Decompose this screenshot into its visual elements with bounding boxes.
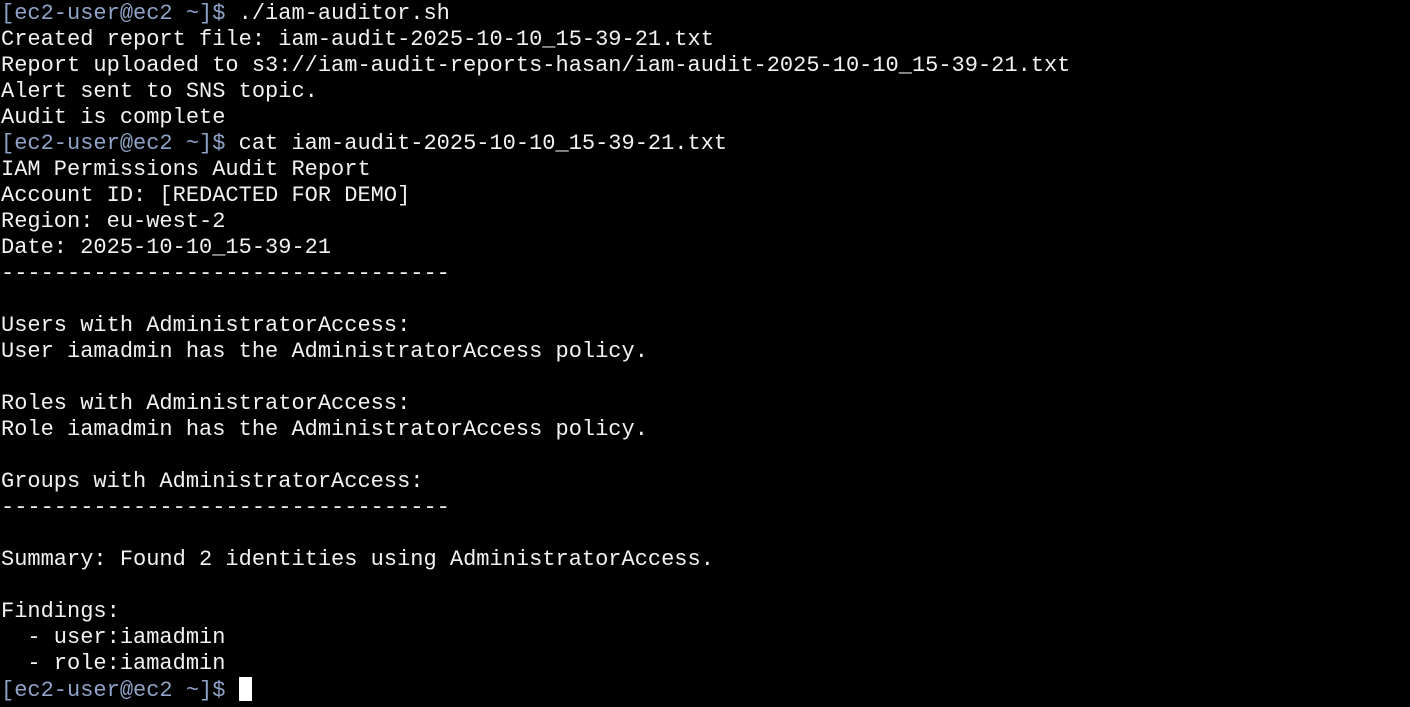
- command-line: [ec2-user@ec2 ~]$ ./iam-auditor.sh: [1, 1, 1410, 27]
- command-line: [ec2-user@ec2 ~]$ cat iam-audit-2025-10-…: [1, 131, 1410, 157]
- shell-prompt: [ec2-user@ec2 ~]$: [1, 1, 226, 26]
- report-date: Date: 2025-10-10_15-39-21: [1, 235, 332, 260]
- report-account-id: Account ID: [REDACTED FOR DEMO]: [1, 183, 411, 208]
- output-line: Audit is complete: [1, 105, 226, 130]
- output-line: Report uploaded to s3://iam-audit-report…: [1, 53, 1071, 78]
- shell-prompt: [ec2-user@ec2 ~]$: [1, 131, 226, 156]
- report-divider: ----------------------------------: [1, 261, 450, 286]
- command-text: ./iam-auditor.sh: [225, 1, 450, 26]
- users-heading: Users with AdministratorAccess:: [1, 313, 411, 338]
- report-divider: ----------------------------------: [1, 495, 450, 520]
- finding-item: - user:iamadmin: [1, 625, 226, 650]
- summary-line: Summary: Found 2 identities using Admini…: [1, 547, 714, 572]
- groups-heading: Groups with AdministratorAccess:: [1, 469, 424, 494]
- roles-finding: Role iamadmin has the AdministratorAcces…: [1, 417, 648, 442]
- terminal-window[interactable]: [ec2-user@ec2 ~]$ ./iam-auditor.sh Creat…: [0, 0, 1410, 707]
- report-region: Region: eu-west-2: [1, 209, 226, 234]
- users-finding: User iamadmin has the AdministratorAcces…: [1, 339, 648, 364]
- active-command-line[interactable]: [ec2-user@ec2 ~]$: [1, 677, 1410, 703]
- finding-item: - role:iamadmin: [1, 651, 226, 676]
- findings-heading: Findings:: [1, 599, 120, 624]
- output-line: Created report file: iam-audit-2025-10-1…: [1, 27, 714, 52]
- output-line: Alert sent to SNS topic.: [1, 79, 318, 104]
- command-text: cat iam-audit-2025-10-10_15-39-21.txt: [225, 131, 728, 156]
- shell-prompt: [ec2-user@ec2 ~]$: [1, 678, 226, 703]
- text-cursor[interactable]: [238, 677, 252, 701]
- roles-heading: Roles with AdministratorAccess:: [1, 391, 411, 416]
- report-title: IAM Permissions Audit Report: [1, 157, 371, 182]
